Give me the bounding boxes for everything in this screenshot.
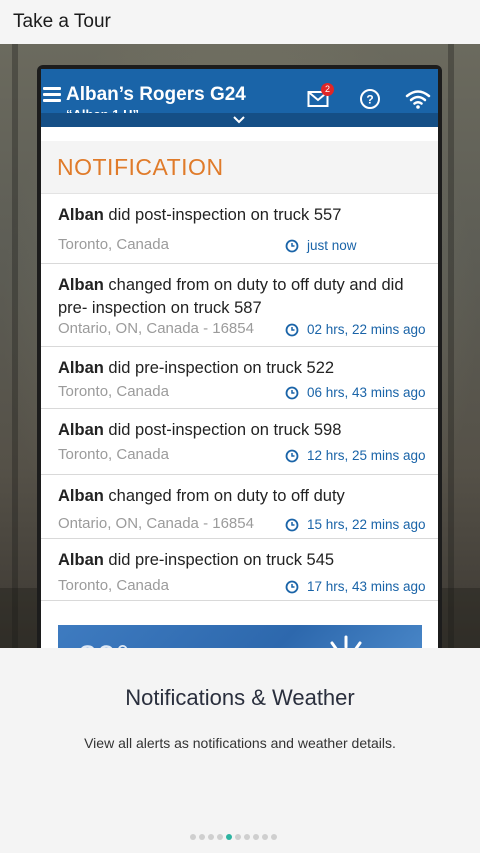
notification-time-text: 12 hrs, 25 mins ago xyxy=(307,448,426,463)
notification-time-text: 06 hrs, 43 mins ago xyxy=(307,385,426,400)
list-item[interactable]: Alban did pre-inspection on truck 545 To… xyxy=(41,539,438,601)
phone-mockup: Alban’s Rogers G24 “Alban 1 H” 2 ? xyxy=(37,65,442,648)
weather-temperature: 20° xyxy=(78,639,129,648)
tour-heading: Notifications & Weather xyxy=(125,685,355,710)
list-item[interactable]: Alban changed from on duty to off duty a… xyxy=(41,264,438,347)
notification-actor: Alban xyxy=(58,421,104,439)
notification-location: Toronto, Canada xyxy=(58,446,169,463)
notification-time: 06 hrs, 43 mins ago xyxy=(285,385,426,400)
top-bar: Take a Tour xyxy=(0,0,480,45)
notification-text: Alban changed from on duty to off duty a… xyxy=(58,274,428,320)
help-icon[interactable]: ? xyxy=(359,88,381,110)
notification-location: Ontario, ON, Canada - 16854 xyxy=(58,320,254,337)
list-item[interactable]: Alban did post-inspection on truck 557 T… xyxy=(41,194,438,264)
notification-text: Alban did pre-inspection on truck 522 xyxy=(58,357,428,380)
account-name: Alban’s Rogers G24 xyxy=(66,84,246,105)
page-dot[interactable] xyxy=(271,834,277,840)
page-dot[interactable] xyxy=(226,834,232,840)
notification-actor: Alban xyxy=(58,487,104,505)
clock-icon xyxy=(285,386,299,399)
notification-time-text: 15 hrs, 22 mins ago xyxy=(307,517,426,532)
notification-location: Toronto, Canada xyxy=(58,383,169,400)
list-item[interactable]: Alban changed from on duty to off duty O… xyxy=(41,475,438,539)
section-title: NOTIFICATION xyxy=(57,154,224,180)
page-dot[interactable] xyxy=(244,834,250,840)
page-dot[interactable] xyxy=(262,834,268,840)
notification-actor: Alban xyxy=(58,359,104,377)
notification-text: Alban did pre-inspection on truck 545 xyxy=(58,549,428,572)
mail-badge: 2 xyxy=(321,83,334,96)
notification-action: changed from on duty to off duty and did… xyxy=(58,276,404,317)
notification-location: Toronto, Canada xyxy=(58,577,169,594)
page-dot[interactable] xyxy=(235,834,241,840)
clock-icon xyxy=(285,518,299,531)
notification-time: just now xyxy=(285,238,357,253)
notification-header: NOTIFICATION xyxy=(41,141,438,194)
notification-action: did pre-inspection on truck 545 xyxy=(103,551,335,569)
notification-action: did pre-inspection on truck 522 xyxy=(103,359,335,377)
weather-card[interactable]: 20° xyxy=(58,625,422,648)
notification-action: changed from on duty to off duty xyxy=(103,487,345,505)
notification-text: Alban did post-inspection on truck 598 xyxy=(58,419,428,442)
page-dot[interactable] xyxy=(208,834,214,840)
notification-list: Alban did post-inspection on truck 557 T… xyxy=(41,194,438,601)
page-dot[interactable] xyxy=(190,834,196,840)
clock-icon xyxy=(285,449,299,462)
notification-actor: Alban xyxy=(58,206,104,224)
notification-text: Alban changed from on duty to off duty xyxy=(58,485,428,508)
clock-icon xyxy=(285,239,299,252)
notification-time: 02 hrs, 22 mins ago xyxy=(285,322,426,337)
page-indicator[interactable] xyxy=(190,834,277,840)
chevron-down-icon[interactable] xyxy=(231,114,247,127)
notification-actor: Alban xyxy=(58,276,104,294)
app-bar: Alban’s Rogers G24 “Alban 1 H” 2 ? xyxy=(41,69,438,127)
notification-time-text: 02 hrs, 22 mins ago xyxy=(307,322,426,337)
page-dot[interactable] xyxy=(217,834,223,840)
notification-text: Alban did post-inspection on truck 557 xyxy=(58,204,428,227)
notification-location: Toronto, Canada xyxy=(58,236,169,253)
clock-icon xyxy=(285,323,299,336)
notification-action: did post-inspection on truck 557 xyxy=(103,206,342,224)
notification-time: 15 hrs, 22 mins ago xyxy=(285,517,426,532)
page-dot[interactable] xyxy=(199,834,205,840)
sun-icon xyxy=(330,635,362,648)
clock-icon xyxy=(285,580,299,593)
svg-text:?: ? xyxy=(366,93,373,107)
notification-time-text: 17 hrs, 43 mins ago xyxy=(307,579,426,594)
notification-time: 17 hrs, 43 mins ago xyxy=(285,579,426,594)
list-item[interactable]: Alban did post-inspection on truck 598 T… xyxy=(41,409,438,475)
page-dot[interactable] xyxy=(253,834,259,840)
wifi-icon[interactable] xyxy=(405,88,431,110)
notification-time-text: just now xyxy=(307,238,357,253)
phone-screen: Alban’s Rogers G24 “Alban 1 H” 2 ? xyxy=(41,69,438,648)
notification-action: did post-inspection on truck 598 xyxy=(103,421,342,439)
page-title: Take a Tour xyxy=(13,11,111,32)
notification-location: Ontario, ON, Canada - 16854 xyxy=(58,515,254,532)
tour-panel: Notifications & Weather View all alerts … xyxy=(0,648,480,853)
hamburger-menu-icon[interactable] xyxy=(43,87,61,103)
tour-description: View all alerts as notifications and wea… xyxy=(84,735,396,751)
notification-time: 12 hrs, 25 mins ago xyxy=(285,448,426,463)
list-item[interactable]: Alban did pre-inspection on truck 522 To… xyxy=(41,347,438,409)
notification-actor: Alban xyxy=(58,551,104,569)
